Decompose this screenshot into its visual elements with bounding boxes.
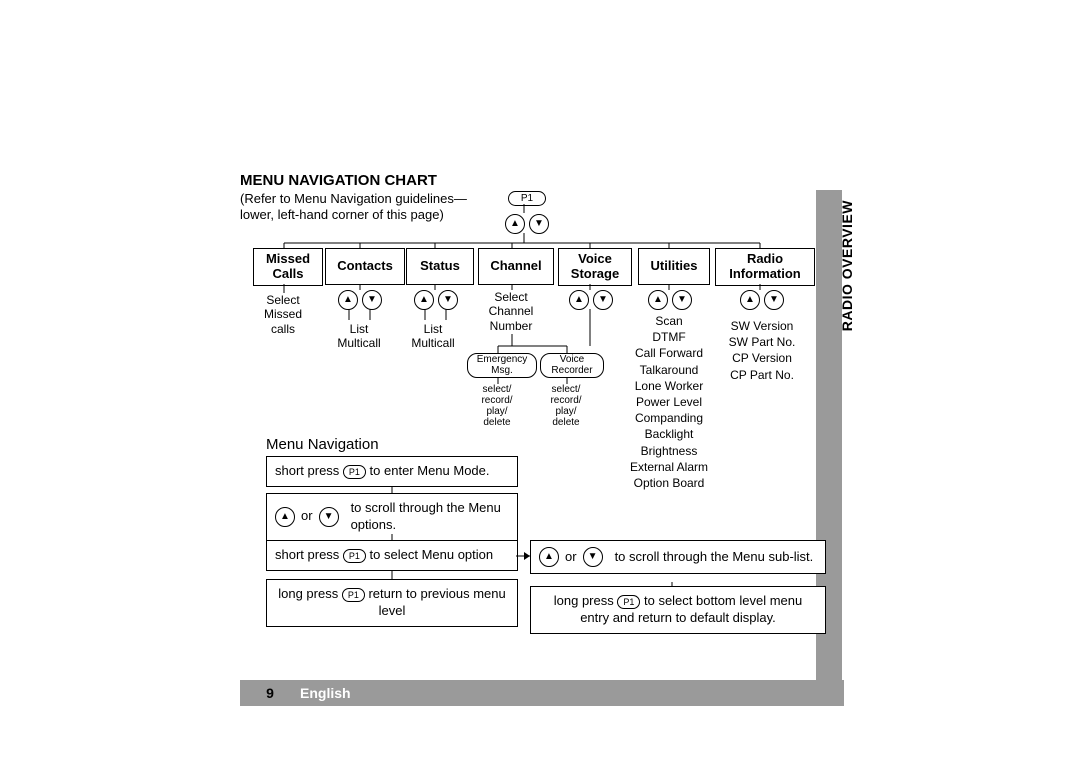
menu-voice-storage: VoiceStorage — [558, 248, 632, 286]
channel-action-1: select/ record/ play/ delete — [468, 384, 526, 428]
channel-sub: Select Channel Number — [478, 290, 544, 333]
up-arrow-icon: ▲ — [740, 290, 760, 310]
status-sub: List Multicall — [404, 322, 462, 351]
voice-arrows: ▲▼ — [569, 290, 613, 310]
page-note-1: (Refer to Menu Navigation guidelines— — [240, 191, 467, 207]
up-arrow-icon: ▲ — [505, 214, 525, 234]
page-note-2: lower, left-hand corner of this page) — [240, 207, 444, 223]
voice-recorder-chip: Voice Recorder — [540, 353, 604, 378]
down-arrow-icon: ▼ — [529, 214, 549, 234]
guide-step-5: ▲ or ▼ to scroll through the Menu sub-li… — [530, 540, 826, 574]
p1-icon: P1 — [617, 595, 640, 609]
p1-icon: P1 — [342, 588, 365, 602]
menu-status: Status — [406, 248, 474, 285]
down-arrow-icon: ▼ — [593, 290, 613, 310]
contacts-arrows: ▲▼ — [338, 290, 382, 310]
down-arrow-icon: ▼ — [672, 290, 692, 310]
up-arrow-icon: ▲ — [338, 290, 358, 310]
up-arrow-icon: ▲ — [648, 290, 668, 310]
guide-step-3: short press P1 to select Menu option — [266, 540, 518, 571]
channel-action-2: select/ record/ play/ delete — [540, 384, 592, 428]
menu-contacts: Contacts — [325, 248, 405, 285]
page-number: 9 — [240, 685, 300, 701]
page-language: English — [300, 685, 351, 701]
down-arrow-icon: ▼ — [362, 290, 382, 310]
menu-missed-calls: MissedCalls — [253, 248, 323, 286]
page-title: MENU NAVIGATION CHART — [240, 172, 437, 189]
p1-icon: P1 — [343, 465, 366, 479]
p1-root-chip: P1 — [508, 191, 546, 206]
down-arrow-icon: ▼ — [583, 547, 603, 567]
utilities-list: ScanDTMFCall ForwardTalkaroundLone Worke… — [623, 313, 715, 491]
root-arrow-pair: ▲ ▼ — [505, 214, 549, 234]
page: RADIO OVERVIEW MENU NAVIGATION CHART (Re… — [0, 0, 1080, 763]
guide-step-1: short press P1 to enter Menu Mode. — [266, 456, 518, 487]
down-arrow-icon: ▼ — [319, 507, 339, 527]
status-arrows: ▲▼ — [414, 290, 458, 310]
contacts-sub: List Multicall — [328, 322, 390, 351]
up-arrow-icon: ▲ — [569, 290, 589, 310]
menu-radio-info: RadioInformation — [715, 248, 815, 286]
missed-sub: Select Missed calls — [252, 293, 314, 336]
menu-utilities: Utilities — [638, 248, 710, 285]
radio-list: SW VersionSW Part No.CP VersionCP Part N… — [717, 318, 807, 383]
emergency-chip: Emergency Msg. — [467, 353, 537, 378]
up-arrow-icon: ▲ — [275, 507, 295, 527]
guide-title: Menu Navigation — [266, 436, 379, 453]
page-footer: 9 English — [240, 680, 844, 706]
utilities-arrows: ▲▼ — [648, 290, 692, 310]
guide-step-6: long press P1 to select bottom level men… — [530, 586, 826, 634]
down-arrow-icon: ▼ — [438, 290, 458, 310]
guide-step-2: ▲ or ▼ to scroll through the Menu option… — [266, 493, 518, 541]
p1-icon: P1 — [343, 549, 366, 563]
menu-channel: Channel — [478, 248, 554, 285]
radio-arrows: ▲▼ — [740, 290, 784, 310]
guide-step-4: long press P1 return to previous menu le… — [266, 579, 518, 627]
connector-lines — [0, 0, 1080, 763]
up-arrow-icon: ▲ — [414, 290, 434, 310]
down-arrow-icon: ▼ — [764, 290, 784, 310]
section-tab-label: RADIO OVERVIEW — [839, 200, 855, 331]
up-arrow-icon: ▲ — [539, 547, 559, 567]
